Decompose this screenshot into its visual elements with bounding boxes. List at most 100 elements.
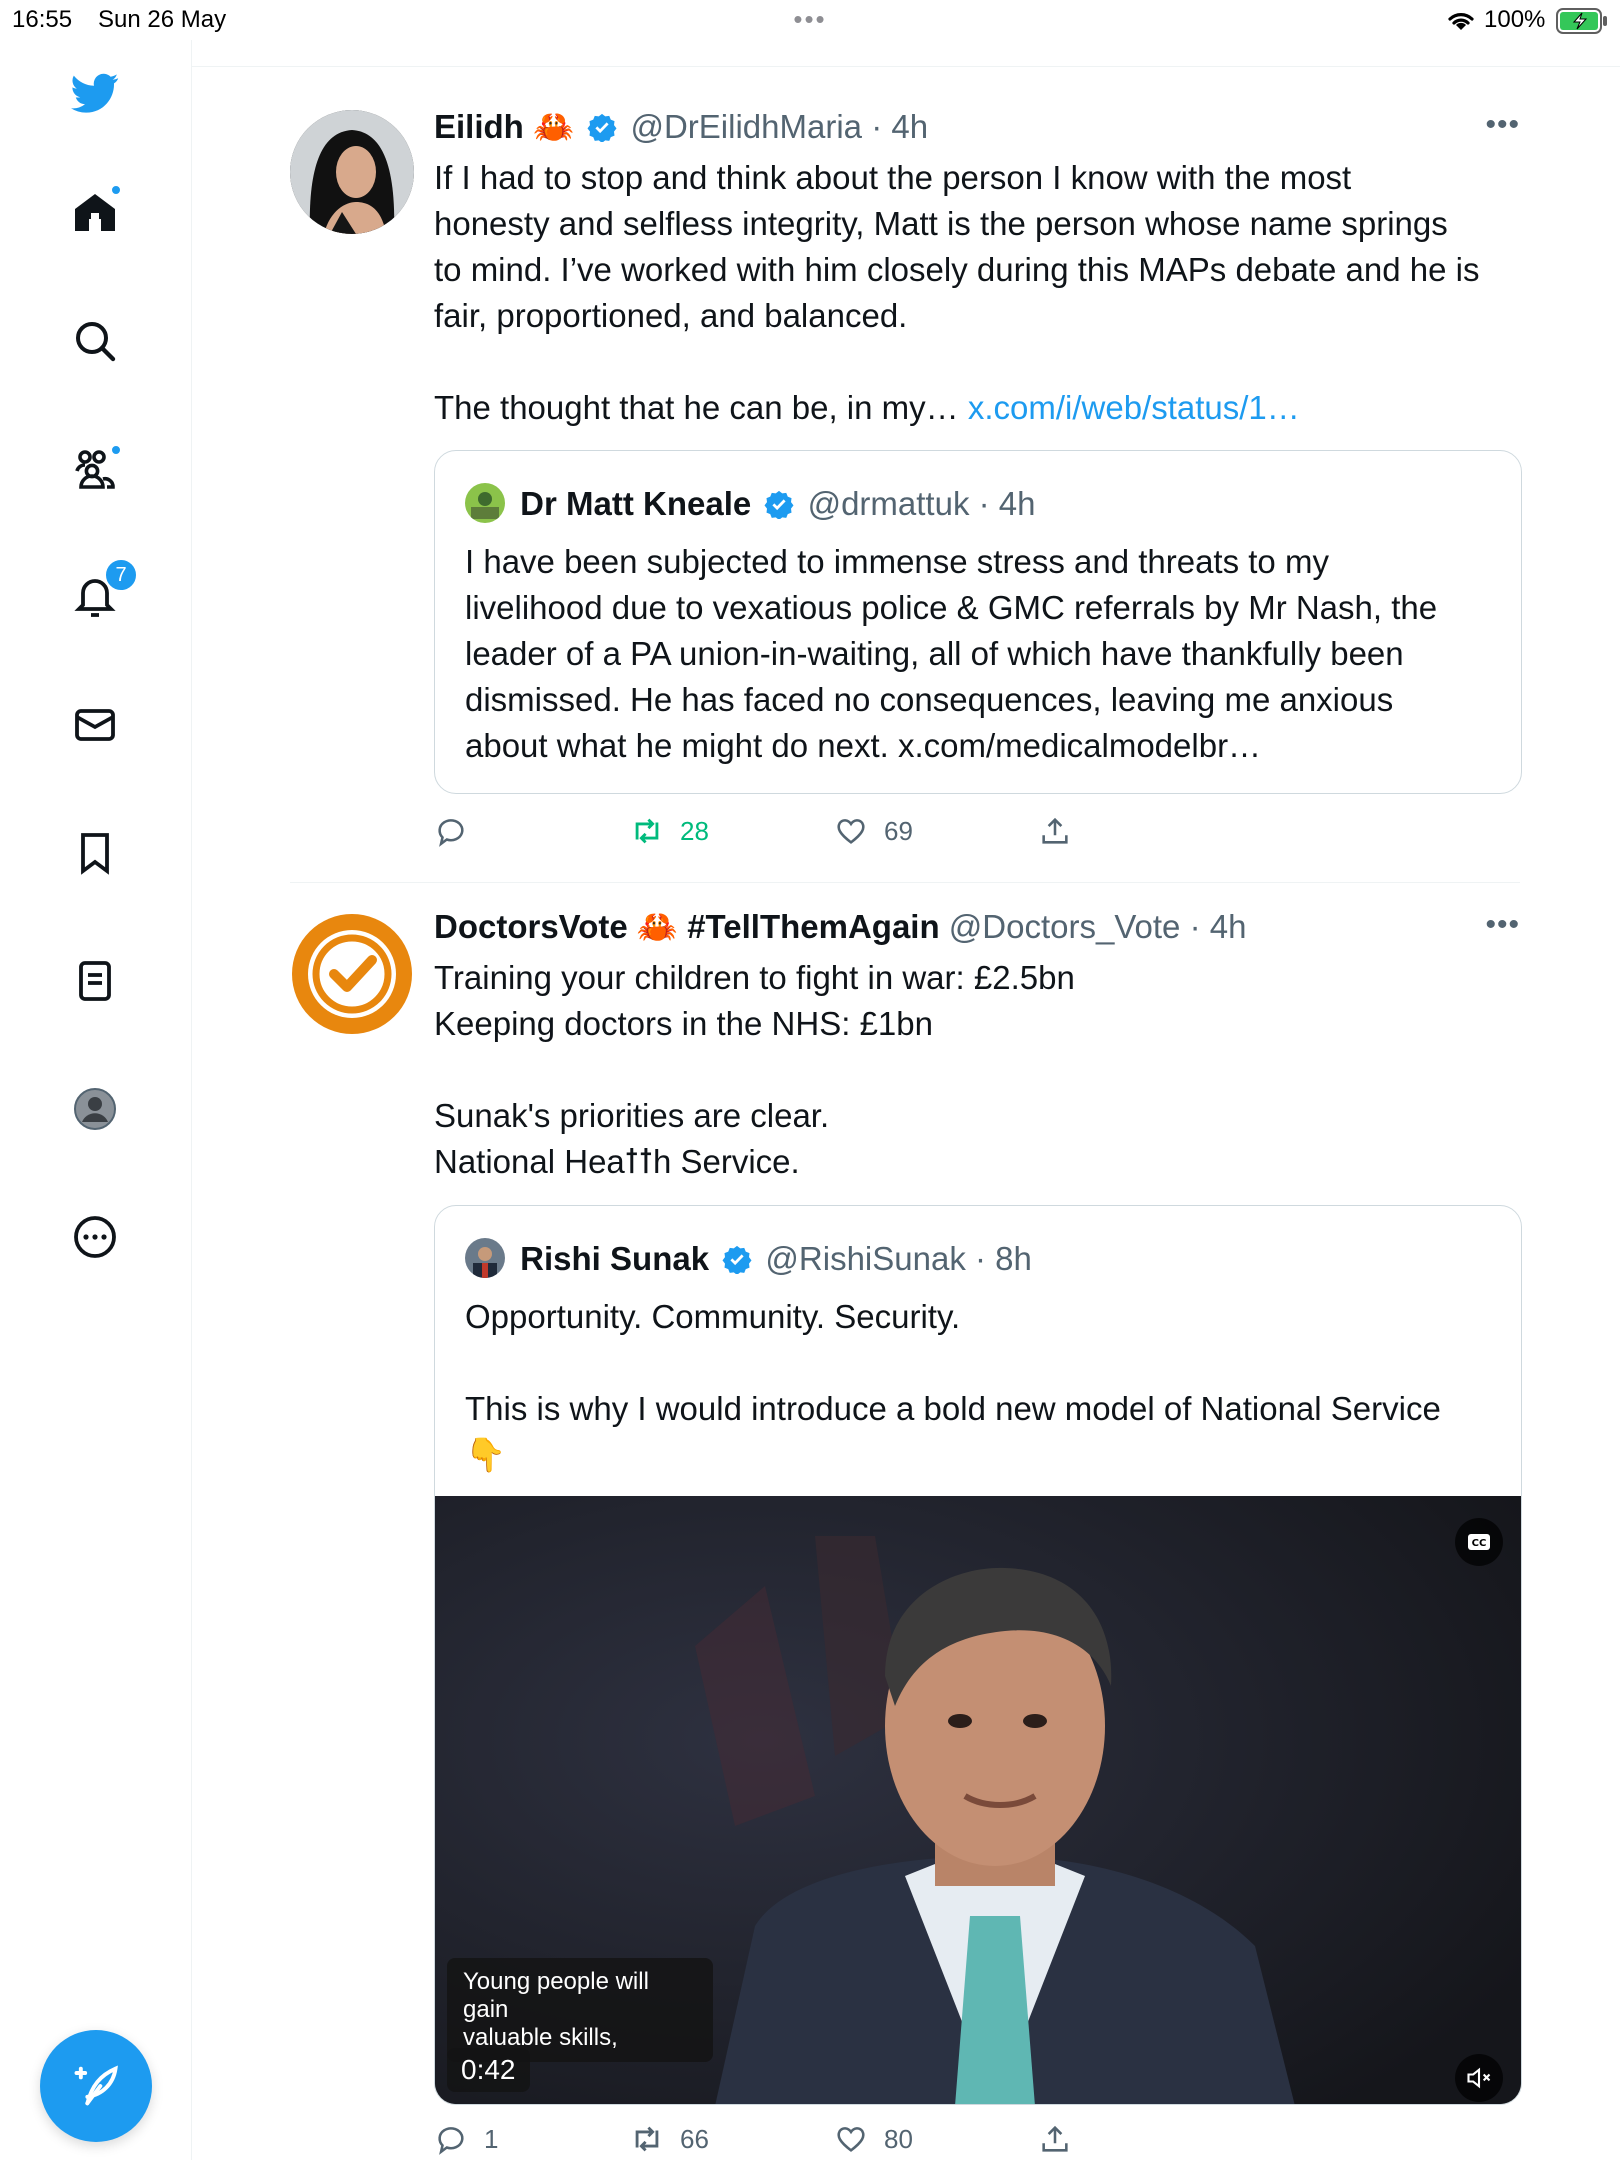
share-button[interactable] <box>1038 814 1072 848</box>
like-count: 69 <box>884 815 913 846</box>
tweet-text: If I had to stop and think about the per… <box>434 155 1514 431</box>
home-unread-dot <box>110 184 122 196</box>
quoted-tweet[interactable]: Rishi Sunak @RishiSunak · 8h Opportunity… <box>434 1205 1522 2105</box>
reply-button[interactable]: 1 <box>434 2122 498 2156</box>
crab-emoji: 🦀 <box>533 108 575 145</box>
verified-badge-icon <box>587 112 617 150</box>
author-handle[interactable]: @DrEilidhMaria <box>630 108 862 145</box>
text-line <box>434 1047 1514 1093</box>
text-line <box>465 1340 1495 1386</box>
author-name[interactable]: DoctorsVote <box>434 908 628 945</box>
pointing-down-emoji: 👇 <box>465 1436 507 1473</box>
reply-icon <box>438 2127 464 2155</box>
status-bar: 16:55 Sun 26 May ••• 100% <box>0 0 1620 40</box>
quoted-tweet[interactable]: Dr Matt Kneale @drmattuk · 4h I have bee… <box>434 450 1522 794</box>
cc-icon: CC <box>1468 1534 1490 1550</box>
battery-percent: 100% <box>1484 6 1546 33</box>
closed-captions-button[interactable]: CC <box>1455 1518 1503 1566</box>
text-line: This is why I would introduce a bold new… <box>465 1390 1441 1427</box>
search-icon[interactable] <box>66 312 124 370</box>
caption-line: Young people will gain <box>463 1968 649 2023</box>
retweet-icon <box>635 818 659 844</box>
more-options-icon[interactable] <box>66 1208 124 1266</box>
battery-icon <box>1556 8 1608 41</box>
text-line: about what he might do next. x.com/medic… <box>465 727 1262 764</box>
video-duration: 0:42 <box>447 2048 530 2092</box>
author-handle[interactable]: @Doctors_Vote <box>949 908 1181 945</box>
author-name[interactable]: Eilidh <box>434 108 524 145</box>
text-line: honesty and selfless integrity, Matt is … <box>434 205 1448 242</box>
retweet-button[interactable]: 66 <box>630 2122 709 2156</box>
compose-tweet-button[interactable] <box>40 2030 152 2142</box>
communities-unread-dot <box>110 444 122 456</box>
sidebar: 7 <box>0 40 192 2160</box>
communities-icon[interactable] <box>66 440 124 498</box>
video-player[interactable]: CC Young people will gain valuable skill… <box>435 1496 1521 2104</box>
tweet-header: Eilidh 🦀 @DrEilidhMaria · 4h <box>434 108 928 150</box>
retweet-count: 28 <box>680 815 709 846</box>
profile-avatar-icon[interactable] <box>66 1080 124 1138</box>
reply-button[interactable] <box>434 814 484 848</box>
twitter-logo-icon[interactable] <box>66 64 124 122</box>
quote-avatar <box>465 483 505 523</box>
text-line: If I had to stop and think about the per… <box>434 159 1352 196</box>
svg-text:CC: CC <box>1472 1538 1487 1549</box>
notifications-bell-icon[interactable]: 7 <box>66 558 138 626</box>
home-icon[interactable] <box>66 184 124 242</box>
video-caption: Young people will gain valuable skills, <box>447 1958 713 2062</box>
text-line: Training your children to fight in war: … <box>434 959 1075 996</box>
tweet-text: Training your children to fight in war: … <box>434 955 1514 1185</box>
quote-header: Rishi Sunak @RishiSunak · 8h <box>465 1238 1032 1282</box>
retweet-count: 66 <box>680 2123 709 2154</box>
text-line: Keeping doctors in the NHS: £1bn <box>434 1005 933 1042</box>
text-line: leader of a PA union-in-waiting, all of … <box>465 635 1404 672</box>
avatar-eilidh[interactable] <box>290 110 414 234</box>
reply-count: 1 <box>484 2123 499 2154</box>
tweet-more-icon[interactable]: ••• <box>1485 908 1520 942</box>
status-date: Sun 26 May <box>98 6 227 33</box>
multitasking-dots[interactable]: ••• <box>760 4 860 36</box>
feather-icon <box>74 2065 118 2106</box>
tweet-divider <box>290 882 1520 883</box>
share-icon <box>1042 2125 1068 2152</box>
quote-time: · 8h <box>975 1240 1032 1277</box>
quote-author-name: Rishi Sunak <box>520 1240 710 1277</box>
reply-icon <box>438 819 464 847</box>
top-divider <box>192 66 1620 67</box>
lists-icon[interactable] <box>66 952 124 1010</box>
verified-badge-icon <box>764 489 794 527</box>
retweet-button[interactable]: 28 <box>630 814 709 848</box>
retweet-icon <box>635 2126 659 2152</box>
author-hashtag: #TellThemAgain <box>687 908 940 945</box>
quote-header: Dr Matt Kneale @drmattuk · 4h <box>465 483 1036 527</box>
quote-author-name: Dr Matt Kneale <box>520 485 752 522</box>
messages-envelope-icon[interactable] <box>66 696 124 754</box>
tweet-more-icon[interactable]: ••• <box>1485 108 1520 142</box>
share-button[interactable] <box>1038 2122 1072 2156</box>
bookmarks-icon[interactable] <box>66 824 124 882</box>
heart-icon <box>837 2127 865 2152</box>
like-count: 80 <box>884 2123 913 2154</box>
like-button[interactable]: 80 <box>834 2122 913 2156</box>
wifi-icon <box>1446 8 1476 39</box>
verified-badge-icon <box>722 1244 752 1282</box>
text-line: dismissed. He has faced no consequences,… <box>465 681 1394 718</box>
text-line: livelihood due to vexatious police & GMC… <box>465 589 1438 626</box>
tweet-time[interactable]: · 4h <box>1190 908 1247 945</box>
text-line: National Heaꝉꝉh Service. <box>434 1143 800 1180</box>
muted-speaker-icon <box>1467 2067 1491 2089</box>
text-line: to mind. I’ve worked with him closely du… <box>434 251 1480 288</box>
notifications-count-badge: 7 <box>104 558 138 592</box>
tweet-link[interactable]: x.com/i/web/status/1… <box>968 389 1300 426</box>
text-line: I have been subjected to immense stress … <box>465 543 1329 580</box>
quote-time: · 4h <box>978 485 1036 522</box>
heart-icon <box>837 819 865 844</box>
like-button[interactable]: 69 <box>834 814 913 848</box>
status-time: 16:55 <box>12 6 73 33</box>
tweet-time[interactable]: · 4h <box>871 108 928 145</box>
mute-button[interactable] <box>1455 2054 1503 2102</box>
avatar-doctorsvote[interactable] <box>290 912 414 1036</box>
text-line: fair, proportioned, and balanced. <box>434 297 908 334</box>
share-icon <box>1042 817 1068 844</box>
quote-avatar <box>465 1238 505 1278</box>
